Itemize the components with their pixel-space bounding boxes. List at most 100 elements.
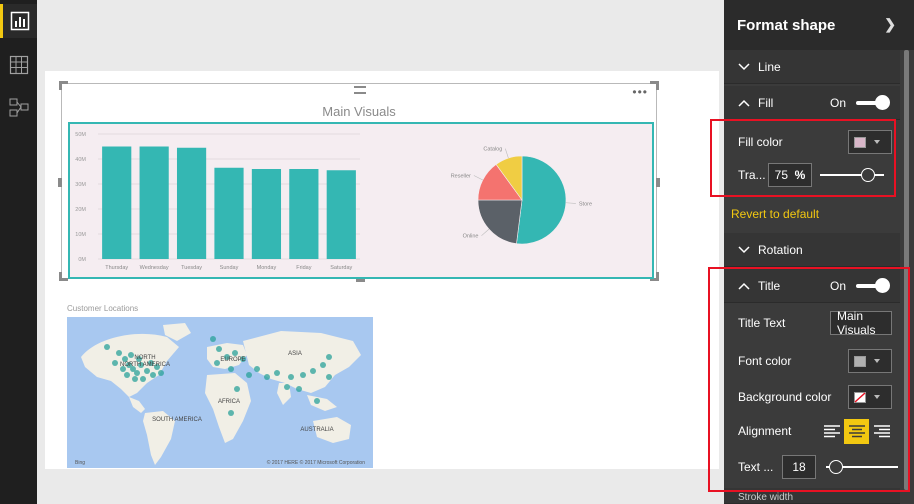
section-line[interactable]: Line (724, 50, 900, 84)
customer-location-dot[interactable] (150, 372, 156, 378)
format-pane: Format shape ❯ Line Fill On Fill color T… (708, 0, 914, 504)
bar-wednesday (139, 146, 169, 259)
resize-handle-tr[interactable] (650, 81, 659, 90)
y-tick-label: 30M (75, 182, 86, 188)
customer-location-dot[interactable] (326, 354, 332, 360)
resize-handle-left[interactable] (58, 178, 62, 187)
resize-handle-bl[interactable] (59, 272, 68, 281)
y-tick-label: 10M (75, 232, 86, 238)
x-tick-label: Tuesday (181, 265, 202, 271)
x-tick-label: Thursday (105, 265, 128, 271)
customer-location-dot[interactable] (228, 366, 234, 372)
customer-location-dot[interactable] (228, 410, 234, 416)
pie-leader-line (473, 175, 483, 181)
customer-location-dot[interactable] (128, 352, 134, 358)
more-options-icon[interactable]: ••• (632, 85, 648, 99)
customer-location-dot[interactable] (216, 346, 222, 352)
customer-location-dot[interactable] (124, 372, 130, 378)
pie-leader-line (565, 202, 576, 204)
x-tick-label: Saturday (330, 265, 352, 271)
se-asia-shape (307, 395, 337, 411)
pie-leader-line (505, 148, 509, 159)
customer-location-dot[interactable] (326, 374, 332, 380)
section-line-label: Line (758, 59, 781, 74)
customer-location-dot[interactable] (214, 360, 220, 366)
fill-toggle[interactable] (856, 94, 890, 110)
label-au: AUSTRALIA (300, 427, 333, 433)
section-fill[interactable]: Fill On (724, 86, 900, 120)
label-na: NORTH AMERICA (120, 362, 170, 368)
revert-to-default-link[interactable]: Revert to default (731, 207, 819, 221)
shape-fill-area: 0M 10M 20M 30M 40M 50M Thursday Wednesday Tuesda… (68, 122, 654, 279)
report-view-icon (10, 11, 30, 31)
customer-location-dot[interactable] (140, 376, 146, 382)
customer-location-dot[interactable] (234, 386, 240, 392)
section-rotation[interactable]: Rotation (724, 233, 900, 267)
customer-location-dot[interactable] (310, 368, 316, 374)
customer-location-dot[interactable] (232, 350, 238, 356)
customer-location-dot[interactable] (246, 372, 252, 378)
pie-slice-store (516, 155, 567, 245)
customer-location-dot[interactable] (132, 376, 138, 382)
x-tick-label: Monday (257, 265, 277, 271)
customer-location-dot[interactable] (314, 398, 320, 404)
pie-label: Reseller (451, 173, 471, 179)
customer-location-dot[interactable] (274, 370, 280, 376)
charts-svg: 0M 10M 20M 30M 40M 50M Thursday Wednesday Tuesda… (75, 132, 592, 271)
customer-locations-map[interactable]: NORTH NORTH AMERICA EUROPE ASIA AFRICA S… (67, 317, 373, 468)
report-page[interactable]: ••• Main Visuals 0M 10M 20M 30M 40M 50M Thursd… (45, 71, 719, 469)
pie-label: Online (463, 234, 479, 240)
map-attribution: © 2017 HERE © 2017 Microsoft Corporation (267, 459, 365, 466)
format-pane-header: Format shape ❯ (724, 0, 914, 50)
y-tick-label: 40M (75, 157, 86, 163)
bar-thursday (102, 146, 132, 259)
label-af: AFRICA (218, 399, 240, 405)
report-view-button[interactable] (0, 4, 37, 38)
relationships-view-button[interactable] (0, 90, 37, 124)
central-america-shape (129, 397, 145, 413)
resize-handle-tl[interactable] (59, 81, 68, 90)
section-rotation-label: Rotation (758, 242, 803, 257)
section-fill-label: Fill (758, 95, 774, 110)
relationships-view-icon (9, 98, 28, 117)
collapse-pane-icon[interactable]: ❯ (884, 16, 896, 33)
customer-location-dot[interactable] (104, 344, 110, 350)
bing-logo: Bing (75, 460, 85, 466)
x-tick-label: Wednesday (140, 265, 169, 271)
customer-location-dot[interactable] (134, 370, 140, 376)
pie-label: Catalog (483, 147, 502, 153)
customer-location-dot[interactable] (144, 368, 150, 374)
x-tick-label: Sunday (220, 265, 239, 271)
asia-shape (243, 331, 361, 393)
customer-location-dot[interactable] (296, 386, 302, 392)
chevron-up-icon (738, 99, 750, 107)
customer-location-dot[interactable] (320, 362, 326, 368)
data-view-button[interactable] (0, 48, 37, 82)
label-eu: EUROPE (220, 357, 245, 363)
data-view-icon (9, 55, 28, 75)
drag-grip-icon[interactable] (354, 86, 366, 94)
customer-location-dot[interactable] (210, 336, 216, 342)
bar-tuesday (176, 147, 207, 259)
format-pane-title: Format shape (737, 16, 836, 34)
main-visuals-shape[interactable]: ••• Main Visuals 0M 10M 20M 30M 40M 50M Thursd… (58, 81, 660, 282)
fill-toggle-state: On (829, 95, 846, 110)
bar-friday (289, 169, 319, 259)
bar-monday (251, 169, 282, 259)
label-north: NORTH (134, 355, 155, 361)
chevron-down-icon (738, 62, 750, 70)
customer-location-dot[interactable] (288, 374, 294, 380)
highlight-title-box (708, 267, 910, 492)
customer-location-dot[interactable] (264, 374, 270, 380)
customer-location-dot[interactable] (112, 360, 118, 366)
chevron-down-icon (738, 245, 750, 253)
customer-location-dot[interactable] (116, 350, 122, 356)
customer-location-dot[interactable] (158, 370, 164, 376)
resize-handle-right[interactable] (656, 178, 660, 187)
customer-location-dot[interactable] (254, 366, 260, 372)
label-as: ASIA (288, 351, 302, 357)
customer-location-dot[interactable] (284, 384, 290, 390)
pie-leader-line (481, 228, 490, 236)
customer-location-dot[interactable] (300, 372, 306, 378)
label-sa: SOUTH AMERICA (152, 417, 202, 423)
